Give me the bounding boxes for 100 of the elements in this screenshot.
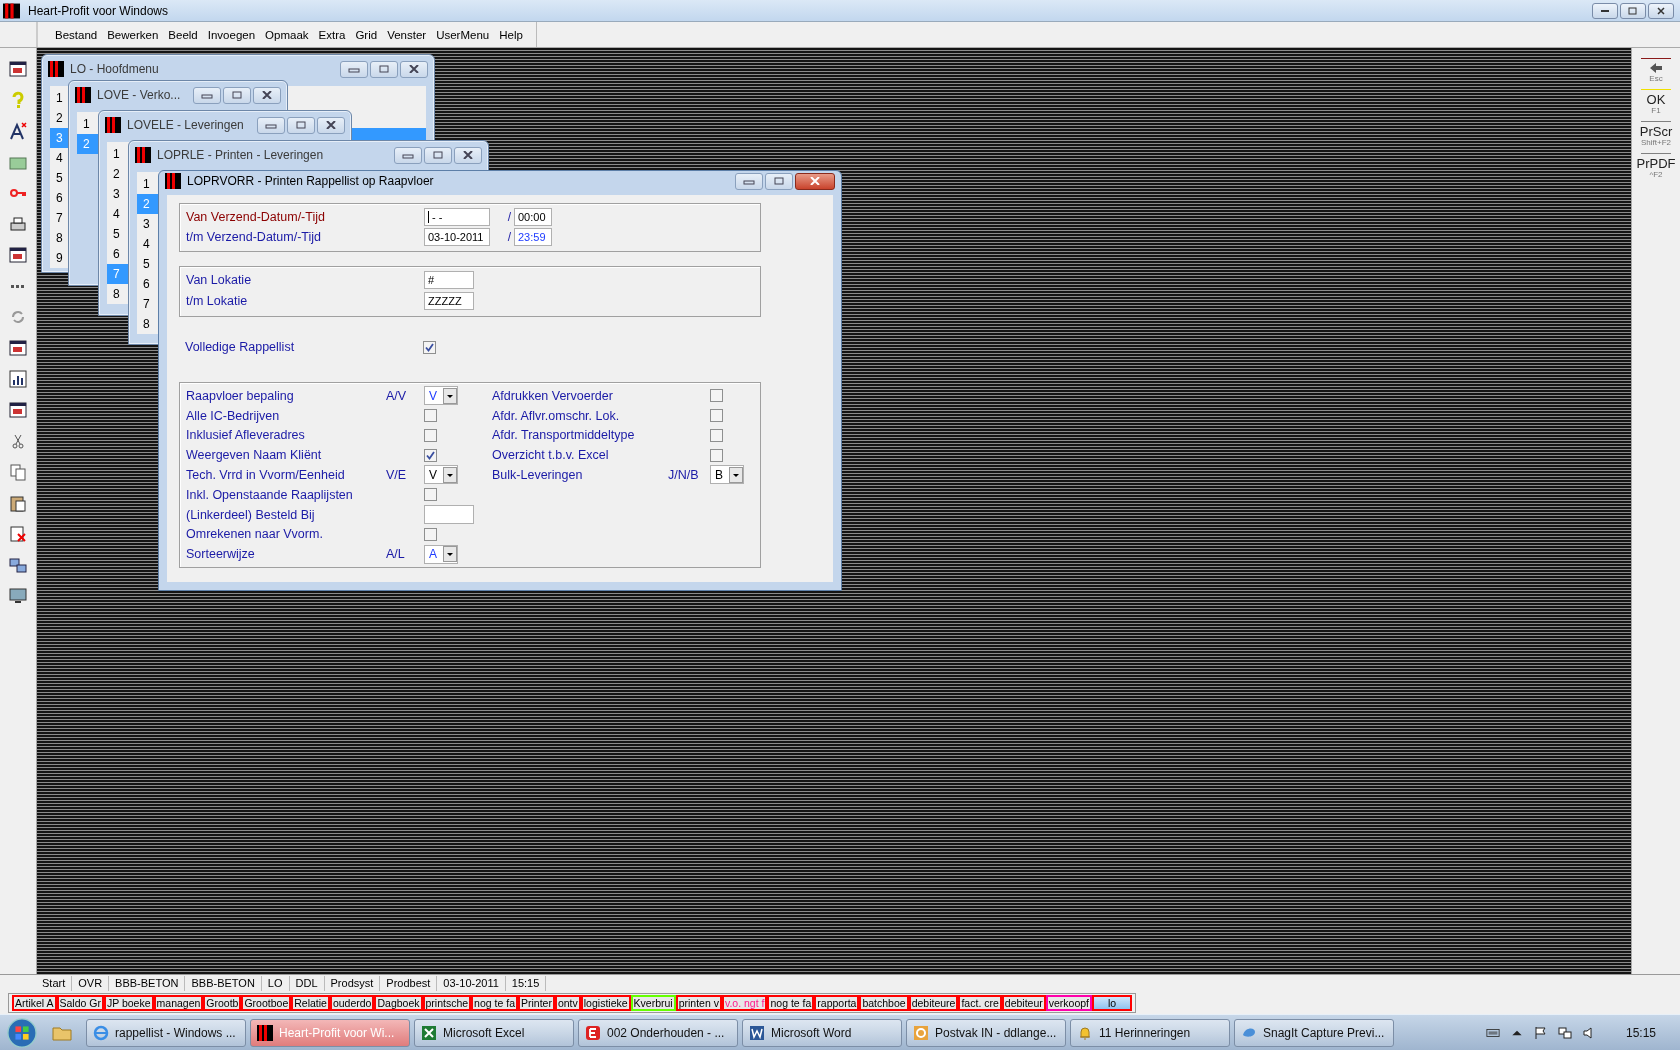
checkbox[interactable] — [710, 409, 723, 422]
time-field[interactable]: 00:00 — [514, 207, 552, 226]
checkbox[interactable] — [424, 409, 437, 422]
window-title: LOPRVORR - Printen Rappellist op Raapvloer — [187, 174, 435, 189]
quick-button[interactable]: printsche — [422, 994, 472, 1011]
dropdown[interactable]: A — [424, 544, 458, 564]
window-icon[interactable] — [9, 401, 27, 419]
back-arrow-icon — [1649, 62, 1663, 74]
menu-item[interactable]: Venster — [382, 28, 432, 41]
close-button[interactable] — [400, 60, 428, 78]
quick-button[interactable]: printen v — [675, 994, 722, 1011]
shortcut-button[interactable]: PrScr Shift+F2 — [1636, 121, 1676, 149]
printer-icon[interactable] — [9, 215, 27, 233]
scissors-icon[interactable] — [9, 432, 27, 450]
copy-icon[interactable] — [9, 463, 27, 481]
clock[interactable]: 15:15 — [1625, 1025, 1656, 1040]
quick-button[interactable]: Dagboek — [374, 994, 423, 1011]
start-button[interactable] — [6, 1016, 38, 1049]
close-button[interactable] — [317, 116, 345, 134]
quick-button[interactable]: Grootb — [203, 994, 242, 1011]
menu-item[interactable]: Bestand — [50, 28, 103, 41]
dropdown[interactable]: V — [424, 386, 458, 406]
quick-button[interactable]: nog te fa — [471, 994, 518, 1011]
shortcut-button[interactable]: OK F1 — [1636, 89, 1676, 117]
status-field: Start — [36, 975, 73, 991]
maximize-icon — [773, 177, 785, 186]
window-icon[interactable] — [9, 339, 27, 357]
quick-button[interactable]: JP boeke — [103, 994, 154, 1011]
quick-button[interactable]: lo — [1092, 994, 1133, 1011]
quick-button[interactable]: rapporta — [814, 994, 860, 1011]
quick-button[interactable]: Grootboe — [241, 994, 292, 1011]
monitor-icon[interactable] — [9, 587, 27, 605]
checkbox[interactable] — [710, 389, 723, 403]
text-field[interactable] — [424, 505, 474, 524]
font-icon[interactable] — [9, 122, 27, 140]
location-field[interactable]: # — [424, 271, 474, 290]
taskbar-button[interactable]: SnagIt Capture Previ... — [1234, 1018, 1394, 1047]
chart-icon[interactable] — [9, 370, 27, 388]
taskbar-button[interactable]: rappellist - Windows ... — [86, 1018, 246, 1047]
paste-icon[interactable] — [9, 494, 27, 512]
shortcut-button[interactable]: PrPDF ^F2 — [1636, 153, 1676, 181]
taskbar-button[interactable]: Microsoft Word — [742, 1018, 902, 1047]
time-field[interactable]: 23:59 — [514, 227, 552, 246]
quick-button[interactable]: Saldo Gr — [56, 994, 104, 1011]
quick-button[interactable]: ouderdo — [329, 994, 375, 1011]
menu-item[interactable]: Beeld — [163, 28, 203, 41]
quick-button[interactable]: logistieke — [580, 994, 631, 1011]
dropdown[interactable]: V — [424, 465, 458, 485]
checkbox[interactable] — [424, 527, 437, 541]
quick-button[interactable]: batchboe — [859, 994, 909, 1011]
mail-icon — [913, 1024, 929, 1041]
refresh-icon[interactable] — [9, 308, 27, 326]
quick-button[interactable]: debiteur — [1001, 994, 1046, 1011]
maximize-button[interactable] — [765, 172, 793, 190]
window-icon[interactable] — [9, 60, 27, 78]
taskbar-button[interactable]: Postvak IN - ddlange... — [906, 1018, 1066, 1047]
network-icon[interactable] — [9, 556, 27, 574]
app-logo-icon — [165, 173, 181, 190]
menu-item[interactable]: Extra — [313, 28, 351, 41]
network-icon[interactable] — [1557, 1025, 1572, 1040]
close-button[interactable] — [795, 172, 835, 190]
quick-button[interactable]: Relatie — [291, 994, 330, 1011]
menu-item[interactable]: UserMenu — [431, 28, 495, 41]
quick-button[interactable]: nog te fa — [767, 994, 815, 1011]
checkbox[interactable] — [424, 448, 437, 462]
quick-button[interactable]: Kverbrui — [630, 994, 676, 1011]
delete-icon[interactable] — [9, 525, 27, 543]
minimize-button[interactable] — [1592, 2, 1618, 19]
location-field[interactable]: ZZZZZ — [424, 292, 474, 311]
checkbox[interactable] — [710, 428, 723, 442]
quick-button[interactable]: Printer — [518, 994, 555, 1011]
menu-item[interactable]: Opmaak — [260, 28, 314, 41]
quick-button[interactable]: debiteure — [908, 994, 959, 1011]
date-field[interactable]: - - — [424, 207, 490, 226]
menu-item[interactable]: Invoegen — [202, 28, 261, 41]
date-field[interactable]: 03-10-2011 — [424, 227, 490, 246]
menu-item[interactable]: Grid — [350, 28, 383, 41]
document-icon — [749, 1024, 765, 1041]
dropdown[interactable]: B — [710, 465, 744, 485]
menu-item[interactable]: Bewerken — [102, 28, 164, 41]
checkbox[interactable] — [710, 448, 723, 462]
checkbox[interactable] — [424, 488, 437, 502]
checkbox[interactable] — [423, 340, 436, 354]
taskbar-button[interactable]: Microsoft Excel — [414, 1018, 574, 1047]
quick-button[interactable]: fact. cre — [958, 994, 1002, 1011]
close-button[interactable] — [454, 146, 482, 164]
quick-button[interactable]: verkoopf — [1045, 994, 1093, 1011]
quick-button[interactable]: ontv — [554, 994, 581, 1011]
shortcut-button[interactable]: Esc — [1636, 58, 1676, 85]
checkbox[interactable] — [424, 428, 437, 442]
quick-button[interactable]: managen — [153, 994, 204, 1011]
flag-icon[interactable] — [1533, 1025, 1548, 1040]
window-icon[interactable] — [9, 246, 27, 264]
menu-item[interactable]: Help — [494, 28, 528, 41]
taskbar-button[interactable]: 11 Herinneringen — [1070, 1018, 1230, 1047]
taskbar-button[interactable]: 002 Onderhouden - ... — [578, 1018, 738, 1047]
spreadsheet-icon — [421, 1024, 437, 1041]
quick-button[interactable]: Artikel A — [12, 994, 57, 1011]
close-button[interactable] — [1648, 2, 1674, 19]
close-button[interactable] — [253, 86, 281, 104]
